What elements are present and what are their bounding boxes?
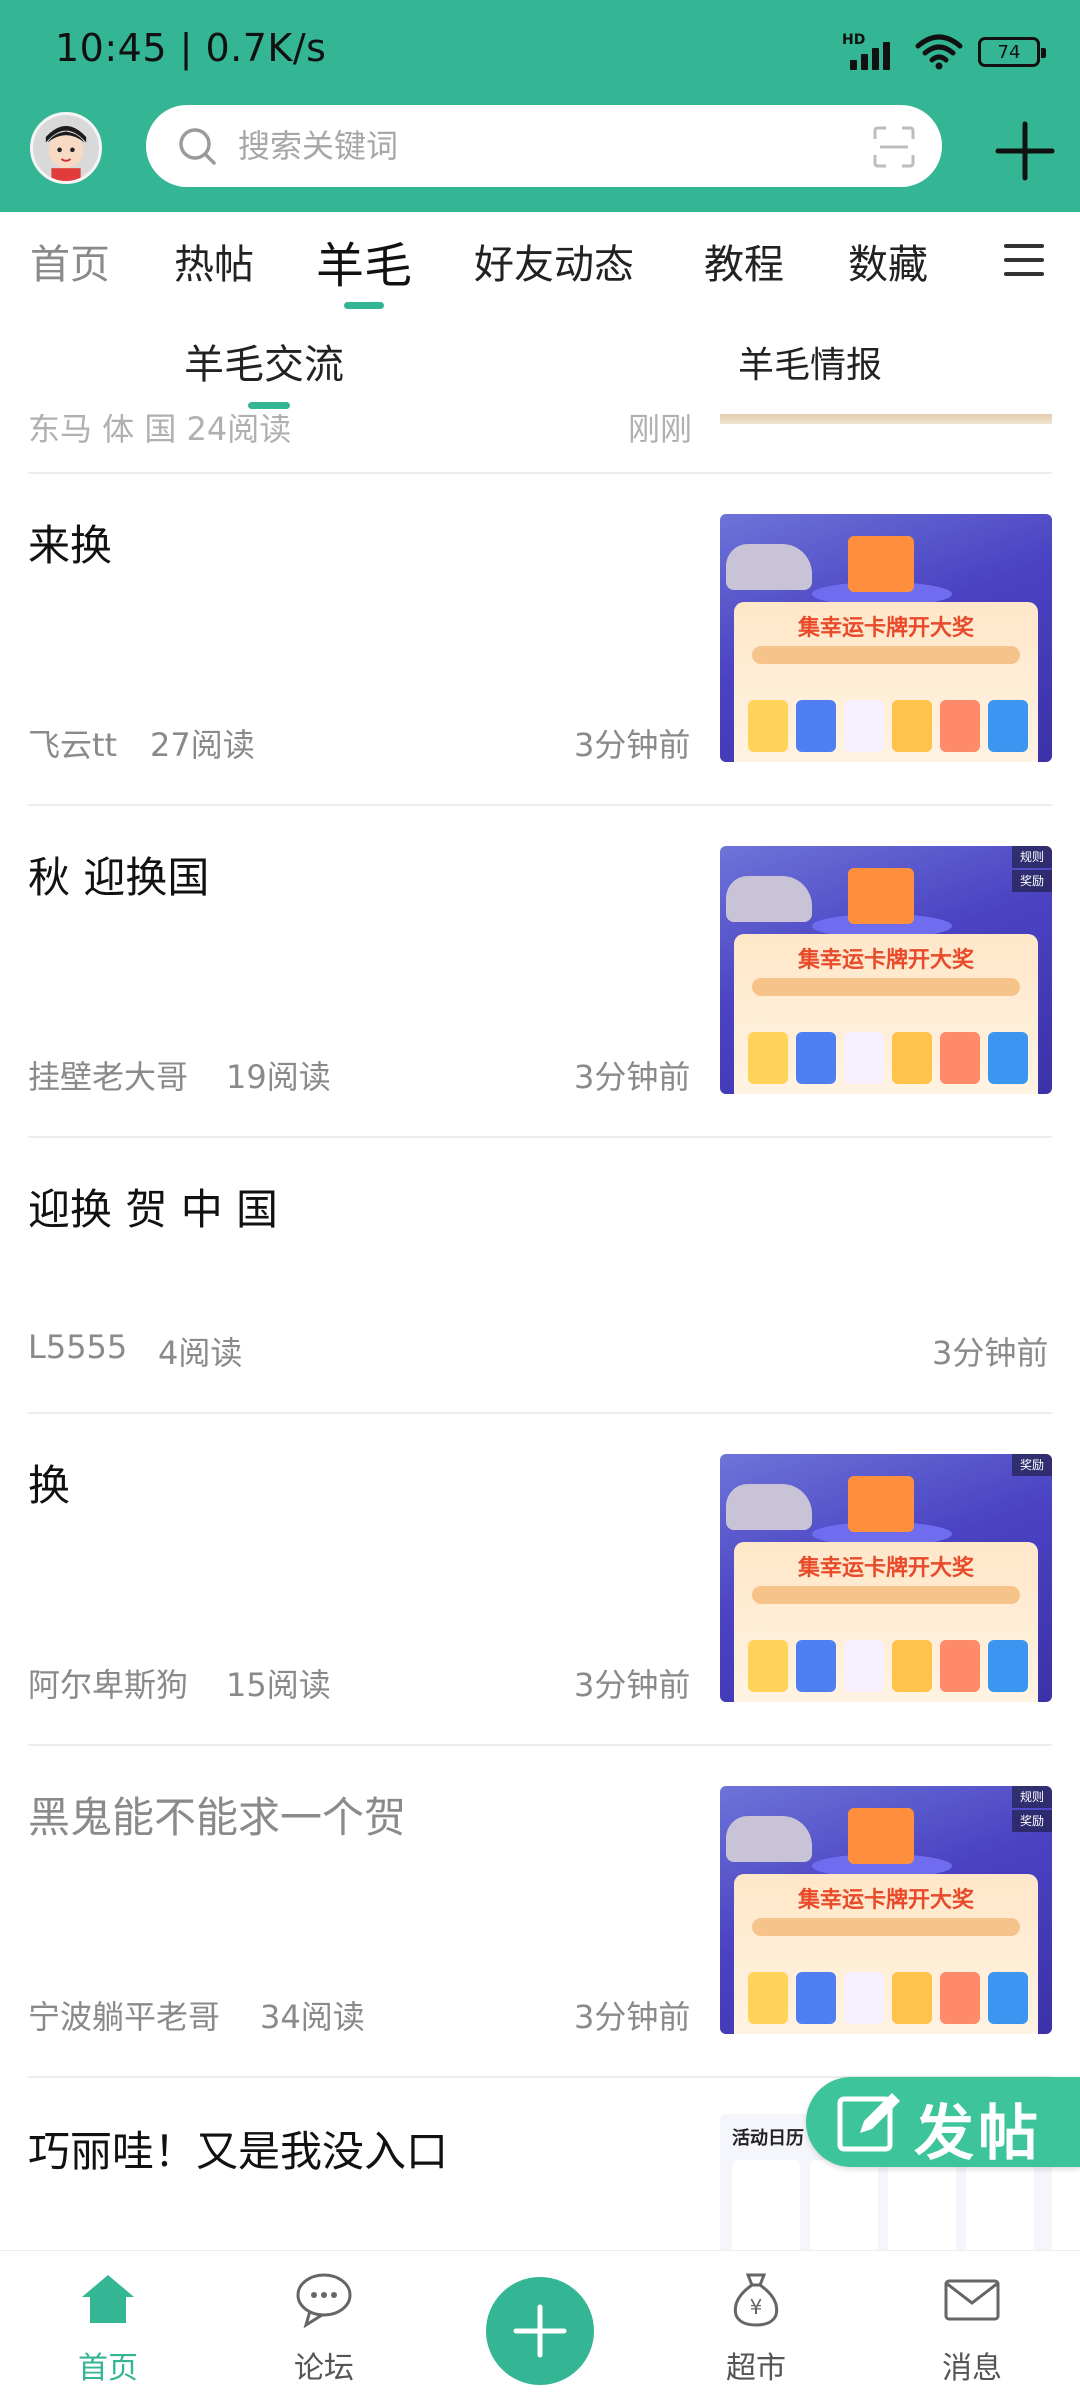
prize-tag: 奖励 (1012, 1454, 1052, 1476)
list-item[interactable]: 来换 飞云tt 27阅读 3分钟前 集幸运卡牌开大奖 (28, 474, 1052, 806)
prize-tag: 奖励 (1012, 1810, 1052, 1832)
nav-messages[interactable]: 消息 (882, 2251, 1062, 2400)
sub-tab-bar: 羊毛交流 羊毛情报 (0, 312, 1080, 414)
search-icon (179, 128, 216, 165)
subtab-deal-discussion[interactable]: 羊毛交流 (184, 332, 344, 390)
avatar[interactable] (30, 112, 102, 184)
post-title: 迎换 贺 中 国 (28, 1185, 279, 1234)
nav-forum[interactable]: 论坛 (234, 2251, 414, 2400)
post-reads: 27阅读 (150, 726, 255, 764)
thumbnail-banner-title: 集幸运卡牌开大奖 (797, 616, 974, 641)
cell-signal-icon: HD (842, 32, 900, 72)
scan-icon[interactable] (872, 125, 916, 169)
thumbnail-banner-title: 集幸运卡牌开大奖 (797, 948, 974, 973)
list-item[interactable]: 东马 体 国 24阅读 刚刚 (28, 414, 1052, 474)
home-icon (82, 2275, 134, 2323)
tab-friends-activity[interactable]: 好友动态 (474, 232, 634, 290)
active-tab-indicator (344, 302, 384, 309)
calendar-thumb-title: 活动日历 (732, 2128, 804, 2149)
thumbnail-banner-title: 集幸运卡牌开大奖 (797, 1888, 974, 1913)
post-time: 3分钟前 (574, 1998, 691, 2036)
list-item[interactable]: 迎换 贺 中 国 L5555 4阅读 3分钟前 (28, 1138, 1052, 1414)
app-header: 10:45 | 0.7K/s HD 74 (0, 0, 1080, 212)
post-author: 阿尔卑斯狗 (28, 1666, 189, 1704)
active-subtab-indicator (248, 402, 290, 409)
post-time: 刚刚 (628, 414, 693, 448)
plus-icon (513, 2304, 567, 2358)
post-reads: 15阅读 (226, 1666, 331, 1704)
nav-messages-label: 消息 (942, 2351, 1002, 2386)
post-thumbnail: 奖励 集幸运卡牌开大奖 (720, 1454, 1052, 1702)
nav-forum-label: 论坛 (294, 2351, 354, 2386)
svg-text:¥: ¥ (750, 2295, 763, 2319)
list-item[interactable]: 秋 迎换国 挂壁老大哥 19阅读 3分钟前 规则 奖励 集幸运卡牌开大奖 (28, 806, 1052, 1138)
post-title: 秋 迎换国 (28, 853, 210, 902)
post-thumbnail: 规则 奖励 集幸运卡牌开大奖 (720, 1786, 1052, 2034)
edit-icon (837, 2093, 900, 2152)
post-reads: 19阅读 (226, 1058, 331, 1096)
nav-market-label: 超市 (726, 2351, 786, 2386)
search-bar[interactable] (146, 105, 942, 187)
post-author: 挂壁老大哥 (28, 1058, 189, 1096)
list-item[interactable]: 换 阿尔卑斯狗 15阅读 3分钟前 奖励 集幸运卡牌开大奖 (28, 1414, 1052, 1746)
post-thumbnail (720, 414, 1052, 424)
post-time: 3分钟前 (574, 1666, 691, 1704)
post-reads: 4阅读 (158, 1334, 243, 1372)
tab-home[interactable]: 首页 (30, 232, 110, 290)
create-post-button[interactable]: 发帖 (806, 2077, 1080, 2169)
wifi-icon (915, 34, 963, 70)
search-input[interactable] (238, 105, 798, 187)
post-time: 3分钟前 (932, 1334, 1049, 1372)
prize-tag: 奖励 (1012, 870, 1052, 892)
post-author: 宁波躺平老哥 (28, 1998, 221, 2036)
rules-tag: 规则 (1012, 1786, 1052, 1808)
create-post-label: 发帖 (914, 2099, 1042, 2169)
main-tab-bar: 首页 热帖 羊毛 好友动态 教程 数藏 (0, 212, 1080, 312)
chat-bubble-icon (296, 2273, 352, 2329)
nav-home[interactable]: 首页 (18, 2251, 198, 2400)
post-title: 来换 (28, 521, 113, 570)
tab-digital-collectibles[interactable]: 数藏 (848, 232, 928, 290)
post-author: L5555 (28, 1328, 128, 1366)
post-time: 3分钟前 (574, 726, 691, 764)
post-title: 巧丽哇！又是我没入口 (28, 2127, 449, 2176)
status-icons: HD 74 (842, 30, 1046, 74)
avatar-face-icon (33, 115, 99, 181)
status-time: 10:45 | 0.7K/s (55, 26, 327, 70)
post-thumbnail: 规则 奖励 集幸运卡牌开大奖 (720, 846, 1052, 1094)
add-icon[interactable] (990, 116, 1060, 186)
thumbnail-banner-title: 集幸运卡牌开大奖 (797, 1556, 974, 1581)
nav-market[interactable]: ¥ 超市 (666, 2251, 846, 2400)
post-author: 飞云tt (28, 726, 118, 764)
post-feed[interactable]: 东马 体 国 24阅读 刚刚 来换 飞云tt 27阅读 3分钟前 集幸运卡牌开大… (0, 414, 1080, 2250)
money-bag-icon: ¥ (733, 2273, 779, 2327)
post-title: 黑鬼能不能求一个贺 (28, 1793, 407, 1842)
nav-add-button[interactable] (486, 2277, 594, 2385)
list-item[interactable]: 黑鬼能不能求一个贺 宁波躺平老哥 34阅读 3分钟前 规则 奖励 集幸运卡牌开大… (28, 1746, 1052, 2078)
post-reads: 34阅读 (260, 1998, 365, 2036)
tab-hot-posts[interactable]: 热帖 (174, 232, 254, 290)
top-toolbar (0, 100, 1080, 212)
post-thumbnail: 集幸运卡牌开大奖 (720, 514, 1052, 762)
bottom-nav: 首页 论坛 ¥ 超市 消息 (0, 2250, 1080, 2400)
post-time: 3分钟前 (574, 1058, 691, 1096)
battery-level: 74 (997, 41, 1021, 63)
mail-icon (944, 2279, 1000, 2321)
tab-deals[interactable]: 羊毛 (316, 226, 412, 296)
subtab-deal-news[interactable]: 羊毛情报 (738, 336, 882, 388)
battery-icon: 74 (978, 37, 1046, 67)
nav-home-label: 首页 (78, 2351, 138, 2386)
status-bar: 10:45 | 0.7K/s HD 74 (0, 0, 1080, 100)
rules-tag: 规则 (1012, 846, 1052, 868)
tab-tutorials[interactable]: 教程 (704, 232, 784, 290)
post-title: 换 (28, 1461, 71, 1510)
post-meta: 东马 体 国 24阅读 (28, 414, 292, 448)
menu-icon[interactable] (1004, 242, 1044, 278)
